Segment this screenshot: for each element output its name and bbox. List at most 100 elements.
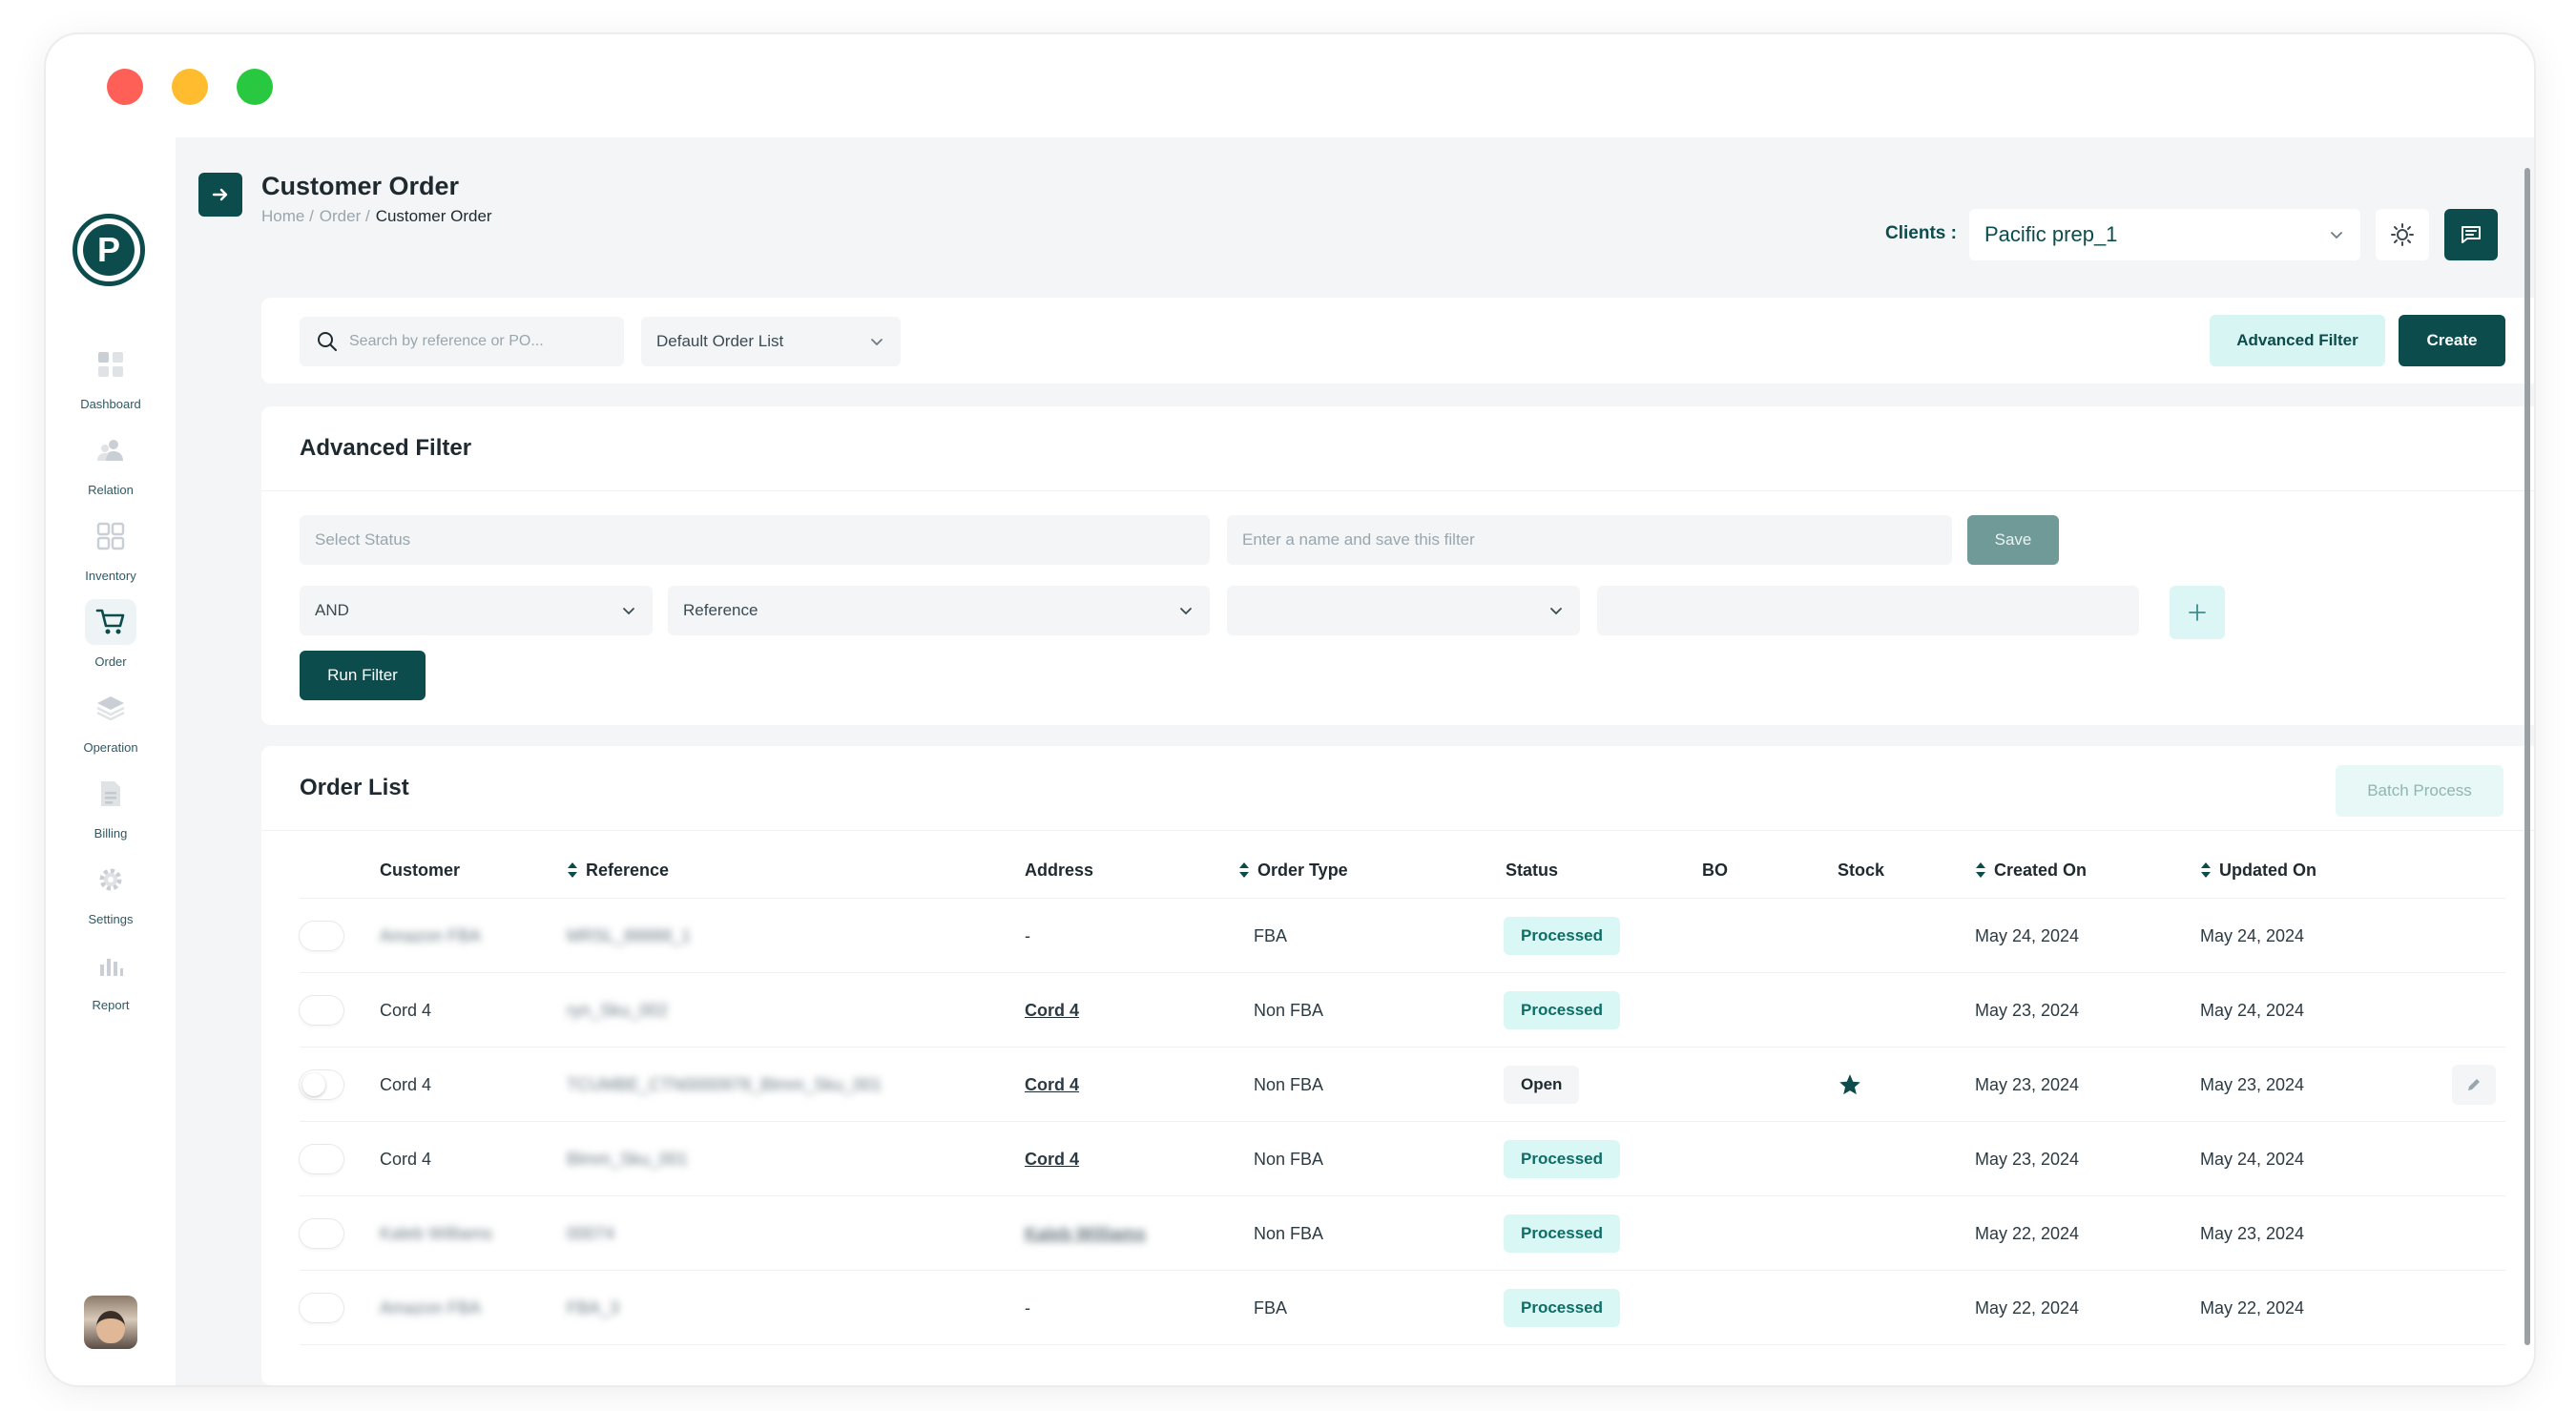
chevron-down-icon: [623, 608, 634, 615]
sidebar: P Dashboard Relation Inventory Order Ope…: [46, 137, 176, 1385]
cell-order-type: Non FBA: [1254, 1074, 1324, 1094]
column-status[interactable]: Status: [1506, 841, 1558, 899]
row-select-toggle[interactable]: [300, 922, 343, 950]
add-condition-button[interactable]: [2170, 586, 2225, 639]
cell-reference[interactable]: FBA_3: [567, 1271, 619, 1345]
close-window-button[interactable]: [107, 69, 143, 105]
pencil-icon: [2468, 1079, 2480, 1090]
logic-select[interactable]: AND: [300, 586, 653, 635]
cell-updated-on: May 23, 2024: [2200, 1074, 2305, 1094]
expand-sidebar-button[interactable]: [198, 173, 242, 217]
advanced-filter-button[interactable]: Advanced Filter: [2210, 315, 2385, 366]
column-reference[interactable]: Reference: [567, 841, 669, 899]
cell-order-type: Non FBA: [1254, 1223, 1324, 1243]
row-select-toggle[interactable]: [300, 1219, 343, 1248]
page-scrollbar[interactable]: [2524, 168, 2530, 1345]
sidebar-item-order[interactable]: Order: [46, 591, 176, 677]
operator-select[interactable]: [1227, 586, 1580, 635]
breadcrumb-current: Customer Order: [375, 207, 492, 225]
client-select[interactable]: Pacific prep_1: [1969, 209, 2360, 260]
table-row[interactable]: Amazon FBA FBA_3 - FBA Processed May 22, 2024…: [300, 1271, 2505, 1345]
field-select[interactable]: Reference: [668, 586, 1210, 635]
chat-icon: [2462, 226, 2481, 243]
cell-address[interactable]: Cord 4: [1025, 973, 1079, 1048]
minimize-window-button[interactable]: [172, 69, 208, 105]
edit-row-button[interactable]: [2452, 1065, 2496, 1105]
search-box[interactable]: [300, 317, 624, 366]
gear-icon: [85, 857, 136, 903]
window-controls: [107, 69, 273, 105]
sort-icon: [2201, 862, 2211, 878]
maximize-window-button[interactable]: [237, 69, 273, 105]
cell-reference[interactable]: ryn_Sku_002: [567, 973, 668, 1048]
status-badge: Processed: [1504, 1214, 1620, 1253]
column-label: Created On: [1994, 860, 2088, 880]
logo-letter: P: [83, 224, 135, 276]
cell-address[interactable]: Cord 4: [1025, 1122, 1079, 1196]
table-row[interactable]: Kaleb Williams 00074 Kaleb Williams Non FBA…: [300, 1196, 2505, 1271]
filter-name-input[interactable]: Enter a name and save this filter: [1227, 515, 1952, 565]
sidebar-item-label: Dashboard: [80, 397, 141, 411]
table-row[interactable]: Amazon FBA MRSL_88888_1 - FBA Processed May 2…: [300, 899, 2505, 973]
cell-address[interactable]: Kaleb Williams: [1025, 1196, 1146, 1271]
bar-chart-icon: [85, 943, 136, 988]
row-select-toggle[interactable]: [300, 1070, 343, 1099]
cell-created-on: May 22, 2024: [1975, 1223, 2080, 1243]
column-updated-on[interactable]: Updated On: [2200, 841, 2316, 899]
row-select-toggle[interactable]: [300, 1294, 343, 1322]
column-bo[interactable]: BO: [1702, 841, 1728, 899]
sidebar-item-report[interactable]: Report: [46, 935, 176, 1021]
create-order-button[interactable]: Create: [2399, 315, 2505, 366]
table-row[interactable]: Cord 4 Blmm_Sku_001 Cord 4 Non FBA Processed…: [300, 1122, 2505, 1196]
cell-reference[interactable]: TCUMBE_CTN0000978_Blmm_Sku_001: [567, 1048, 882, 1122]
brand-logo[interactable]: P: [73, 214, 145, 286]
theme-toggle-button[interactable]: [2376, 209, 2429, 260]
table-row[interactable]: Cord 4 TCUMBE_CTN0000978_Blmm_Sku_001 Cord…: [300, 1048, 2505, 1122]
cell-customer: Amazon FBA: [380, 1297, 482, 1318]
sidebar-item-relation[interactable]: Relation: [46, 420, 176, 506]
cart-icon: [85, 599, 136, 645]
cell-customer: Kaleb Williams: [380, 1223, 493, 1243]
row-select-toggle[interactable]: [300, 1145, 343, 1173]
advanced-filter-panel: Advanced Filter Select Status Enter a na…: [261, 406, 2534, 725]
cell-updated-on: May 24, 2024: [2200, 1149, 2305, 1169]
cell-reference[interactable]: MRSL_88888_1: [567, 899, 691, 973]
advanced-filter-title: Advanced Filter: [300, 435, 472, 461]
breadcrumb-home[interactable]: Home /: [261, 207, 314, 226]
relation-icon: [85, 427, 136, 473]
save-filter-button[interactable]: Save: [1967, 515, 2059, 565]
order-list-select[interactable]: Default Order List: [641, 317, 901, 366]
messages-button[interactable]: [2444, 209, 2498, 260]
column-order-type[interactable]: Order Type: [1238, 841, 1348, 899]
sidebar-item-inventory[interactable]: Inventory: [46, 506, 176, 591]
cell-address[interactable]: Cord 4: [1025, 1048, 1079, 1122]
cell-updated-on: May 22, 2024: [2200, 1297, 2305, 1318]
search-input[interactable]: [349, 333, 597, 350]
column-label: Address: [1025, 860, 1094, 880]
sidebar-item-label: Operation: [83, 740, 138, 755]
user-avatar[interactable]: [84, 1296, 137, 1349]
column-created-on[interactable]: Created On: [1975, 841, 2087, 899]
table-row[interactable]: Cord 4 ryn_Sku_002 Cord 4 Non FBA Processed M…: [300, 973, 2505, 1048]
column-label: Updated On: [2219, 860, 2316, 880]
column-label: Reference: [586, 860, 670, 880]
row-select-toggle[interactable]: [300, 996, 343, 1025]
column-address[interactable]: Address: [1025, 841, 1093, 899]
sidebar-item-billing[interactable]: Billing: [46, 763, 176, 849]
filter-name-placeholder: Enter a name and save this filter: [1242, 530, 1475, 549]
filter-value-input[interactable]: [1597, 586, 2139, 635]
cell-reference[interactable]: 00074: [567, 1196, 614, 1271]
sidebar-item-settings[interactable]: Settings: [46, 849, 176, 935]
column-customer[interactable]: Customer: [380, 841, 460, 899]
status-badge: Processed: [1504, 917, 1620, 955]
cell-reference[interactable]: Blmm_Sku_001: [567, 1122, 688, 1196]
sidebar-item-operation[interactable]: Operation: [46, 677, 176, 763]
sidebar-item-label: Inventory: [85, 569, 136, 583]
sidebar-item-dashboard[interactable]: Dashboard: [46, 334, 176, 420]
column-stock[interactable]: Stock: [1838, 841, 1884, 899]
sort-icon: [1239, 862, 1249, 878]
status-select[interactable]: Select Status: [300, 515, 1210, 565]
batch-process-button[interactable]: Batch Process: [2336, 765, 2503, 817]
run-filter-button[interactable]: Run Filter: [300, 651, 426, 700]
breadcrumb-order[interactable]: Order /: [320, 207, 370, 226]
